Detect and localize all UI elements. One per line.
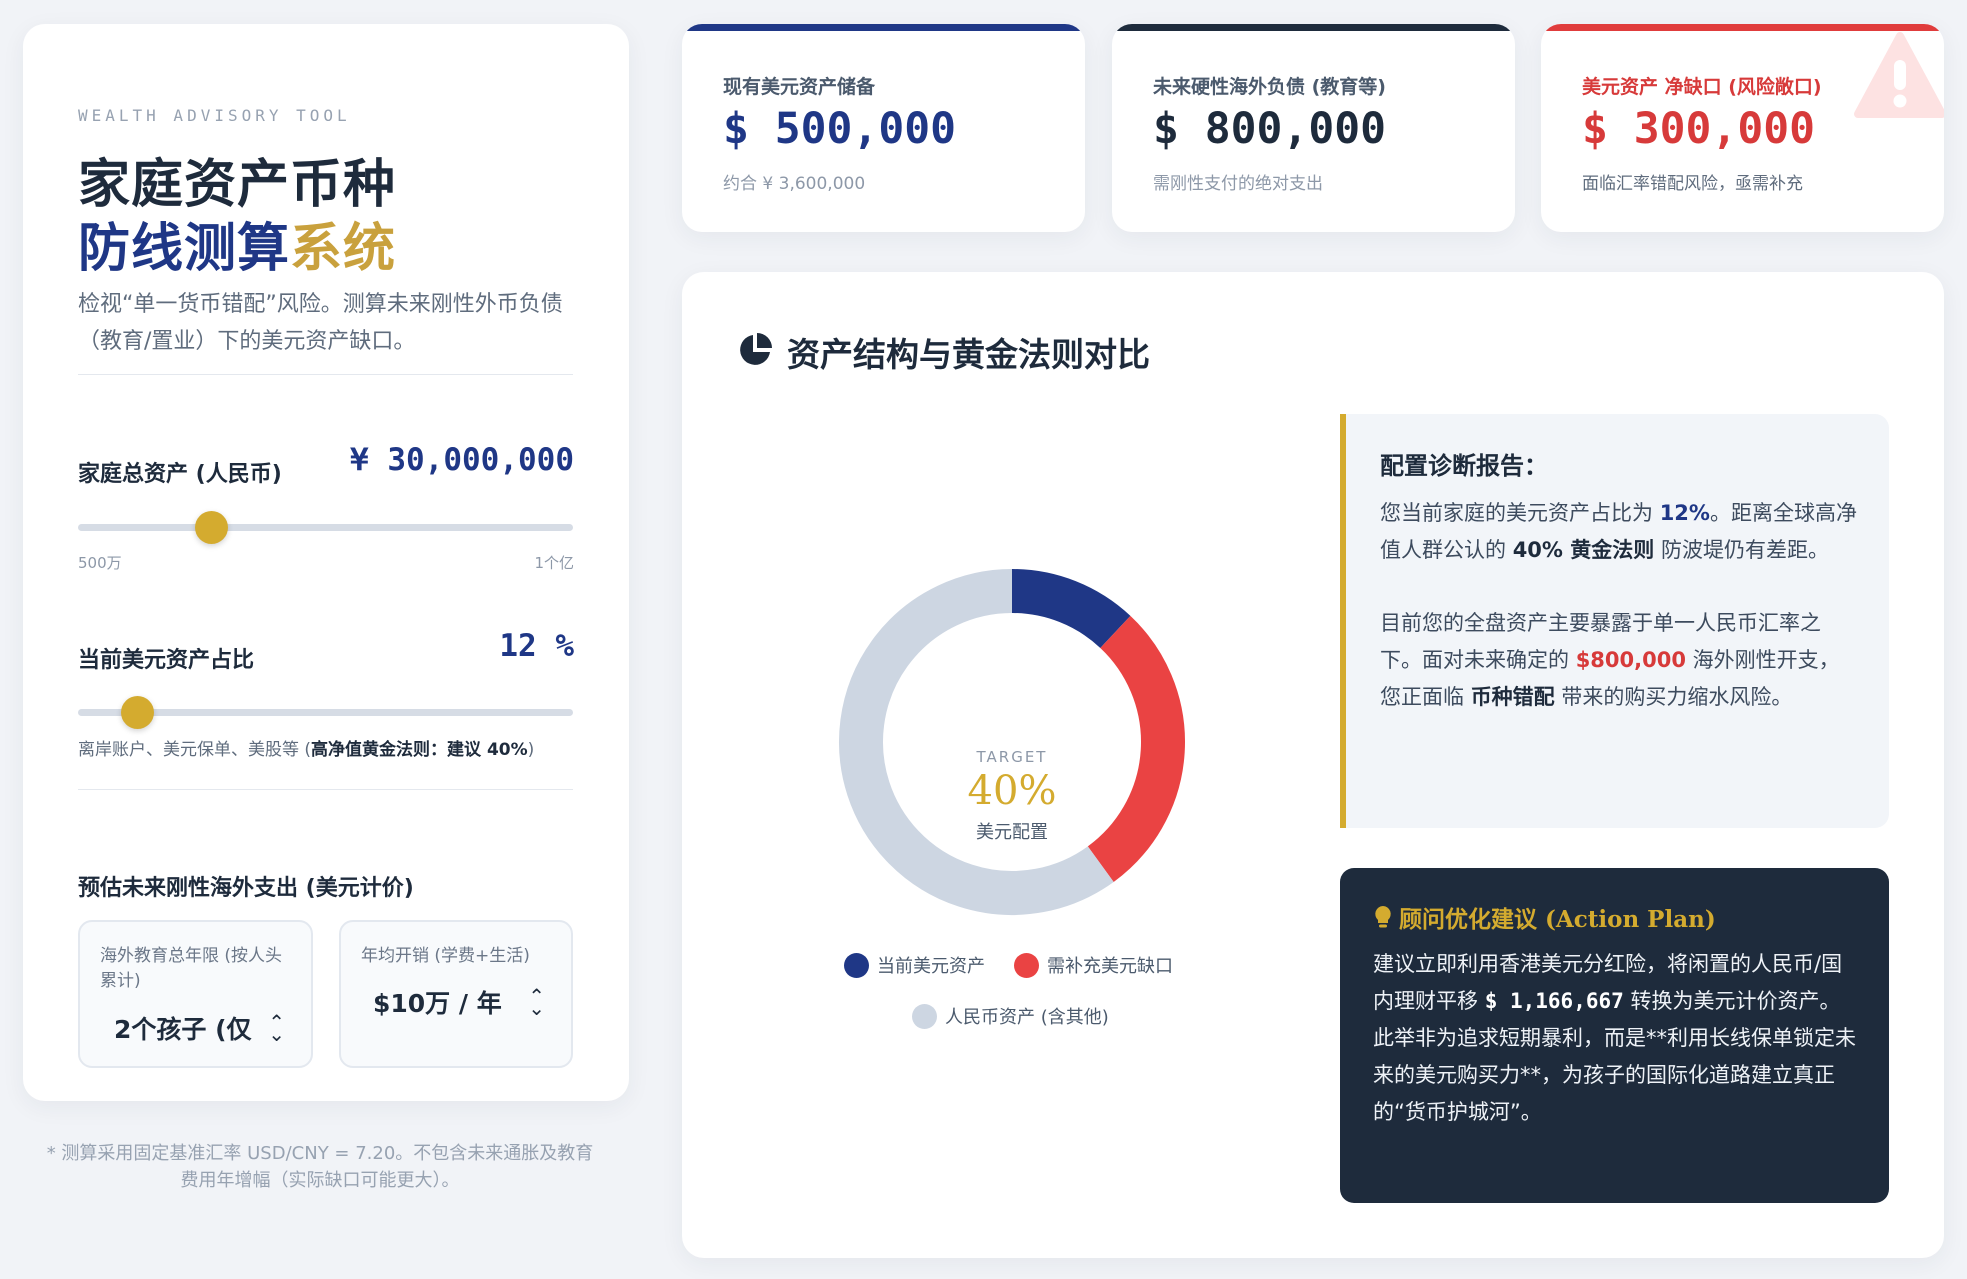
card-value: $ 300,000 <box>1582 104 1815 154</box>
stat-card-overseas-liability: 未来硬性海外负债 (教育等) $ 800,000 需刚性支付的绝对支出 <box>1112 24 1515 232</box>
legend-item-rmb: 人民币资产 (含其他) <box>912 1003 1109 1029</box>
usd-ratio-hint: 离岸账户、美元保单、美股等 (高净值黄金法则：建议 40%) <box>78 740 535 760</box>
slider-min-label: 500万 <box>78 554 122 572</box>
title-highlight-gold: 系统 <box>290 218 397 279</box>
stat-card-usd-reserve: 现有美元资产储备 $ 500,000 约合 ¥ 3,600,000 <box>682 24 1085 232</box>
card-label: 现有美元资产储备 <box>723 76 876 98</box>
lightbulb-icon <box>1375 906 1391 928</box>
card-value: $ 800,000 <box>1153 104 1386 154</box>
donut-slice-0 <box>1011 569 1131 649</box>
section-title: 资产结构与黄金法则对比 <box>787 335 1150 374</box>
usd-ratio-value: 12 % <box>499 628 574 664</box>
analysis-panel: 资产结构与黄金法则对比 TARGET 40% 美元配置 当前美元资产 需补充美元… <box>682 272 1944 1258</box>
legend-label: 需补充美元缺口 <box>1047 956 1173 977</box>
page-subtitle: 检视“单一货币错配”风险。测算未来刚性外币负债（教育/置业）下的美元资产缺口。 <box>78 292 563 354</box>
donut-center-value: 40% <box>967 768 1057 814</box>
legend-swatch <box>912 1003 937 1029</box>
legend-swatch <box>844 952 869 978</box>
card-label: 未来硬性海外负债 (教育等) <box>1153 76 1386 98</box>
annual-cost-select[interactable]: 年均开销 (学费+生活) $10万 / 年 ⌃ ⌄ <box>339 920 573 1068</box>
action-plan-title: 顾问优化建议 (Action Plan) <box>1373 900 1859 934</box>
action-paragraph: 此举非为追求短期暴利，而是**利用长线保单锁定未来的美元购买力**，为孩子的国际… <box>1373 1026 1856 1124</box>
donut-center-eyebrow: TARGET <box>976 748 1048 766</box>
slider-max-label: 1个亿 <box>534 554 574 572</box>
total-assets-value: ¥ 30,000,000 <box>350 442 574 478</box>
stat-card-usd-gap: 美元资产 净缺口 (风险敞口) $ 300,000 面临汇率错配风险，亟需补充 <box>1541 24 1944 232</box>
annual-cost-value: $10万 / 年 <box>373 989 502 1018</box>
expense-section-label: 预估未来刚性海外支出 (美元计价) <box>78 876 414 901</box>
usd-ratio-label: 当前美元资产占比 <box>78 648 255 673</box>
legend-label: 人民币资产 (含其他) <box>945 1007 1109 1028</box>
card-accent-bar <box>682 24 1085 31</box>
card-note: 约合 ¥ 3,600,000 <box>723 174 866 194</box>
total-assets-label: 家庭总资产 (人民币) <box>78 462 282 487</box>
divider <box>78 374 573 375</box>
diagnosis-report: 配置诊断报告： 您当前家庭的美元资产占比为 12%。距离全球高净值人群公认的 4… <box>1340 414 1889 828</box>
action-paragraph: 建议立即利用香港美元分红险，将闲置的人民币/国内理财平移 $ 1,166,667… <box>1373 952 1843 1013</box>
donut-slice-2 <box>839 569 1114 915</box>
annual-cost-caption: 年均开销 (学费+生活) <box>361 946 530 966</box>
usd-ratio-slider[interactable] <box>78 696 573 729</box>
education-years-select[interactable]: 海外教育总年限 (按人头累计) 2个孩子 (仅 ⌃ ⌄ <box>78 920 313 1068</box>
total-assets-slider[interactable] <box>78 511 573 544</box>
card-accent-bar <box>1112 24 1515 31</box>
divider <box>78 789 573 790</box>
card-note: 面临汇率错配风险，亟需补充 <box>1582 174 1803 194</box>
legend-swatch <box>1014 952 1039 978</box>
chevron-updown-icon: ⌃ ⌄ <box>268 1010 285 1046</box>
eyebrow-label: WEALTH ADVISORY TOOL <box>78 106 351 125</box>
control-panel: WEALTH ADVISORY TOOL 家庭资产币种 防线测算系统 检视“单一… <box>23 24 629 1101</box>
donut-svg <box>839 569 1185 915</box>
page-title-line2: 防线测算系统 <box>78 206 396 281</box>
diagnosis-paragraph: 您当前家庭的美元资产占比为 12%。距离全球高净值人群公认的 40% 黄金法则 … <box>1380 501 1857 562</box>
donut-chart: TARGET 40% 美元配置 <box>832 562 1192 922</box>
card-label: 美元资产 净缺口 (风险敞口) <box>1582 76 1822 98</box>
total-assets-slider-thumb[interactable] <box>195 511 229 544</box>
footnote: * 测算采用固定基准汇率 USD/CNY = 7.20。不包含未来通胀及教育费用… <box>46 1143 594 1191</box>
chevron-updown-icon: ⌃ ⌄ <box>528 984 545 1020</box>
title-highlight-blue: 防线测算 <box>78 218 291 279</box>
warning-icon <box>1854 32 1944 118</box>
usd-ratio-slider-thumb[interactable] <box>120 696 154 729</box>
legend-item-gap: 需补充美元缺口 <box>1014 952 1173 978</box>
donut-center-caption: 美元配置 <box>976 822 1048 843</box>
education-years-value: 2个孩子 (仅 <box>114 1015 252 1044</box>
card-value: $ 500,000 <box>723 104 956 154</box>
diagnosis-paragraph: 目前您的全盘资产主要暴露于单一人民币汇率之下。面对未来确定的 $800,000 … <box>1380 611 1840 709</box>
action-plan: 顾问优化建议 (Action Plan) 建议立即利用香港美元分红险，将闲置的人… <box>1340 868 1889 1203</box>
diagnosis-title: 配置诊断报告： <box>1380 451 1548 480</box>
legend-label: 当前美元资产 <box>877 956 985 977</box>
legend-item-usd: 当前美元资产 <box>844 952 985 978</box>
pie-chart-icon <box>740 333 772 365</box>
card-note: 需刚性支付的绝对支出 <box>1153 174 1323 194</box>
education-years-caption: 海外教育总年限 (按人头累计) <box>100 946 283 991</box>
